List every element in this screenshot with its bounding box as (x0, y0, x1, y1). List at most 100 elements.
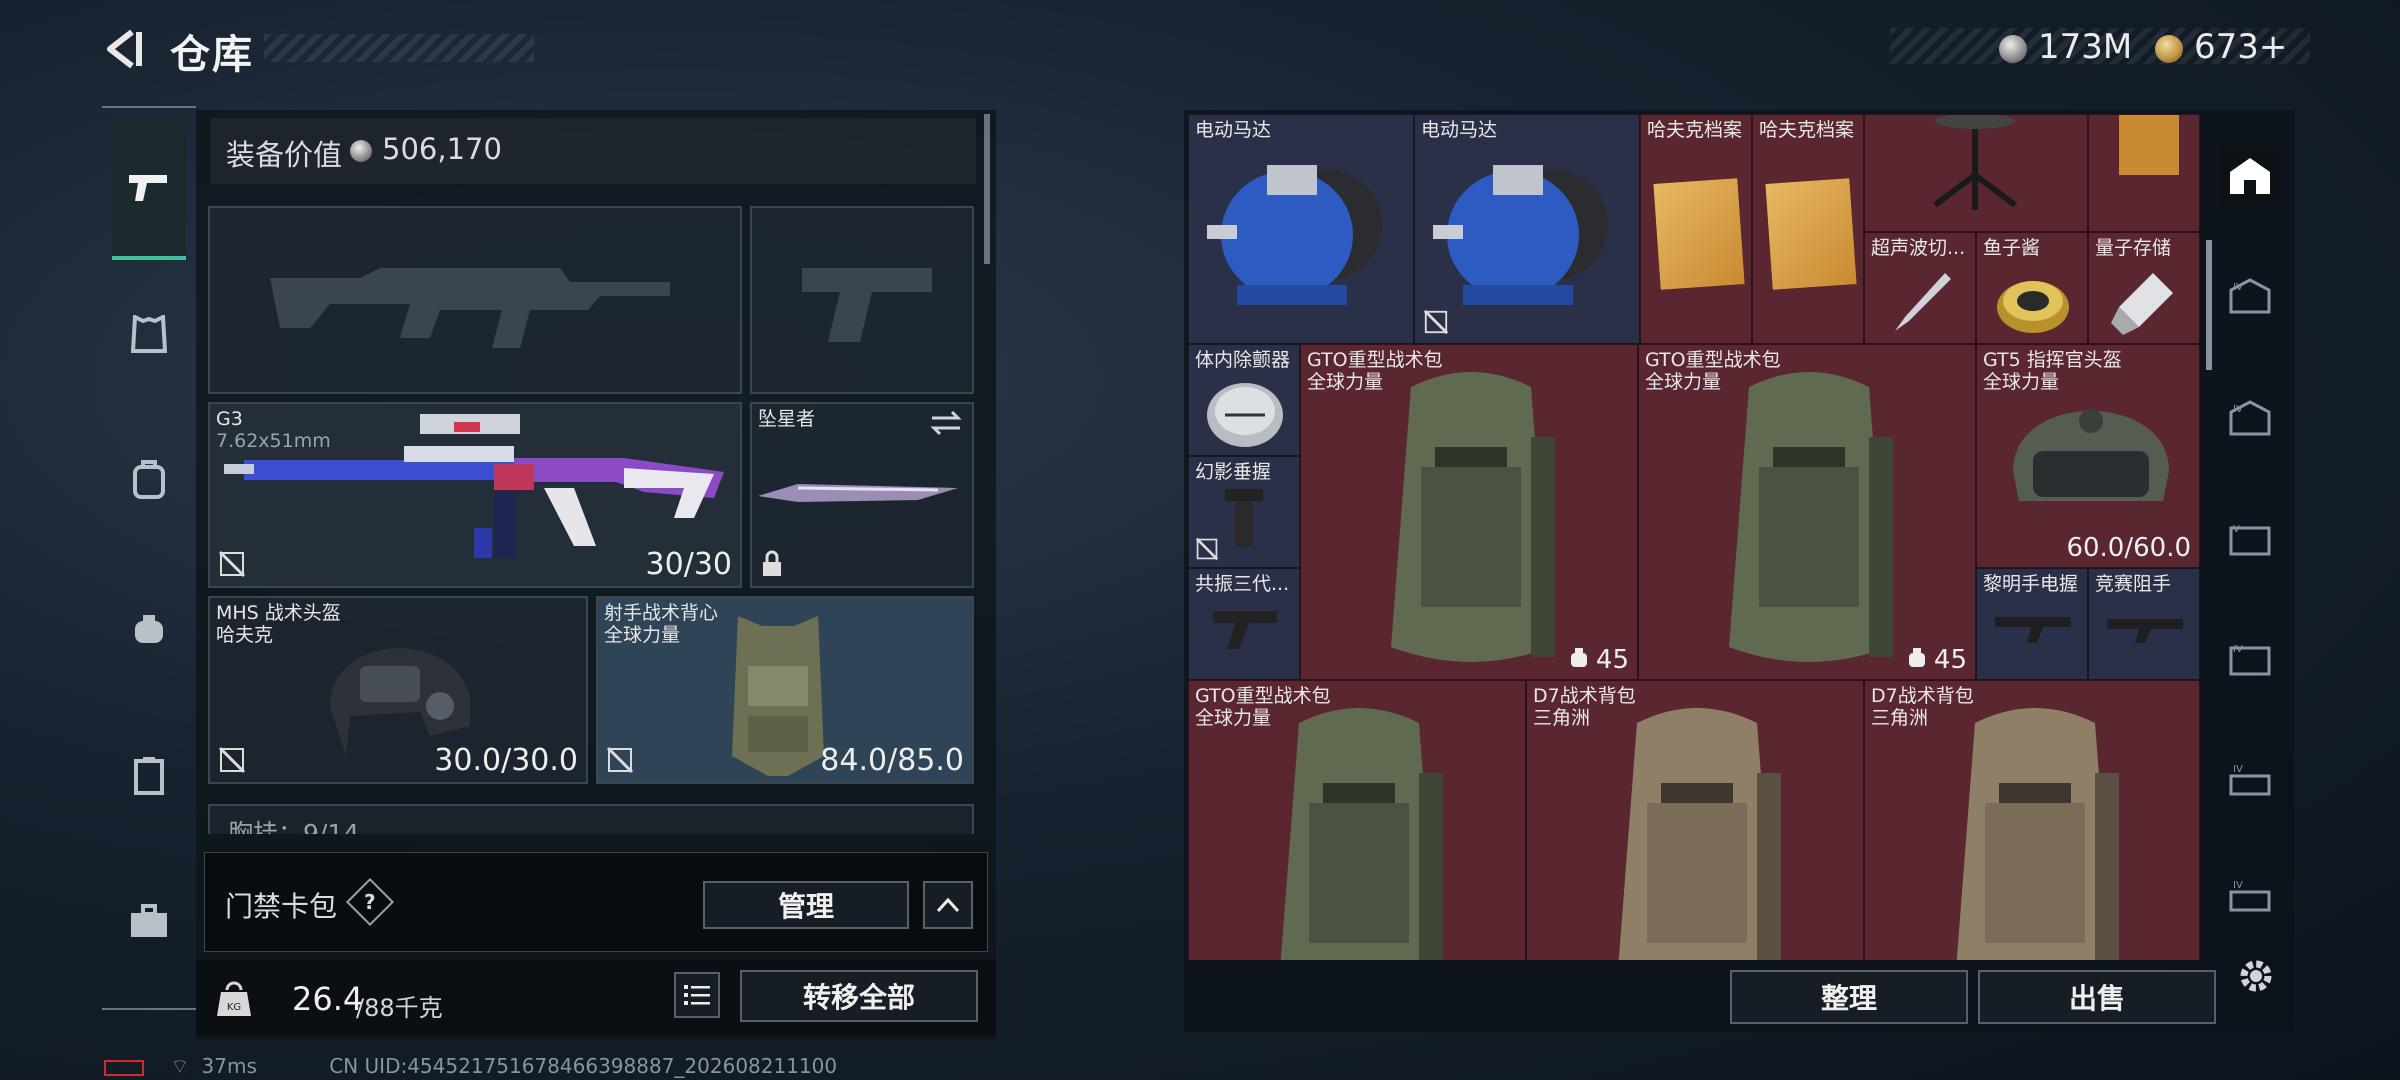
equipment-scrollbar[interactable] (984, 114, 990, 264)
stopper-image (2107, 619, 2183, 643)
item-label: 哈夫克档案 (1647, 119, 1743, 141)
item-gt5-helmet[interactable]: GT5 指挥官头盔 全球力量 60.0/60.0 (1976, 344, 2200, 568)
tripod-image (1933, 115, 2017, 210)
tab-armor[interactable] (112, 298, 186, 372)
case-icon (134, 757, 164, 795)
transfer-all-button[interactable]: 转移全部 (740, 970, 978, 1022)
tab-toolbox[interactable] (112, 884, 186, 958)
no-insurance-icon (218, 550, 246, 578)
item-gto-bag-3[interactable]: GTO重型战术包 全球力量 (1188, 680, 1526, 960)
chest-rig-row[interactable]: 胸挂：9/14 (208, 804, 974, 834)
sell-button[interactable]: 出售 (1978, 970, 2216, 1024)
tab-backpack[interactable] (112, 442, 186, 516)
silver-amount: 173M (2038, 27, 2133, 67)
tab-storage-main[interactable] (2220, 146, 2280, 206)
item-caviar[interactable]: 鱼子酱 (1976, 232, 2088, 344)
item-label: 竞赛阻手 (2095, 573, 2172, 595)
dossier-image (1765, 178, 1857, 290)
list-view-button[interactable] (674, 972, 720, 1018)
grip-image (1225, 489, 1263, 547)
swap-icon[interactable] (930, 410, 962, 436)
tab-storage-5[interactable]: V (2220, 508, 2280, 568)
back-arrow-icon (107, 29, 142, 69)
tab-pouch[interactable] (112, 592, 186, 666)
g3-rifle-image (224, 414, 724, 558)
primary-weapon-slot[interactable]: G3 7.62x51mm 30/30 (208, 402, 742, 588)
backpack-image (1280, 708, 1443, 960)
sort-button[interactable]: 整理 (1730, 970, 1968, 1024)
pouch-icon (135, 615, 163, 643)
page-title: 仓库 (170, 32, 254, 78)
silver-coin-icon (350, 140, 372, 162)
vest-image (732, 616, 824, 776)
help-icon[interactable]: ? (345, 877, 395, 927)
bottom-bar: KG 26.4 /88千克 转移全部 (196, 960, 996, 1036)
usb-drive-image (2111, 273, 2173, 335)
weight-current: 26.4 (292, 980, 364, 1018)
no-insurance-icon (606, 746, 634, 774)
back-button[interactable] (100, 26, 150, 72)
item-resonance-grip[interactable]: 共振三代... (1188, 568, 1300, 680)
tab-storage-4[interactable]: IV (2220, 266, 2280, 326)
gold-amount[interactable]: 673+ (2194, 27, 2287, 67)
tab-storage-7[interactable]: IV (2220, 748, 2280, 808)
tab-container[interactable] (112, 738, 186, 812)
pistol-icon (129, 175, 167, 201)
ultrasonic-cutter-image (1895, 273, 1951, 331)
list-icon (684, 985, 710, 1005)
knife-image (758, 484, 958, 502)
item-flashlight-grip[interactable]: 黎明手电握 (1976, 568, 2088, 680)
item-vertical-grip[interactable]: 幻影垂握 (1188, 456, 1300, 568)
equipment-value-label: 装备价值 (226, 138, 343, 172)
book-image (2119, 115, 2179, 175)
item-label: 鱼子酱 (1983, 237, 2041, 259)
vest-durability: 84.0/85.0 (820, 743, 964, 778)
storage-extension-icon: IV (2229, 400, 2271, 436)
tab-storage-8[interactable]: IV (2220, 864, 2280, 924)
item-d7-bag-2[interactable]: D7战术背包 三角洲 (1864, 680, 2200, 960)
collapse-button[interactable] (923, 881, 973, 929)
electric-motor-image (1207, 165, 1382, 305)
vest-slot[interactable]: 射手战术背心 全球力量 84.0/85.0 (596, 596, 974, 784)
svg-text:V: V (2233, 524, 2240, 535)
svg-text:KG: KG (227, 1002, 241, 1013)
item-motor-1[interactable]: 电动马达 (1188, 114, 1414, 344)
item-label: 电动马达 (1195, 119, 1272, 141)
defibrillator-image (1207, 383, 1283, 447)
item-tripod[interactable] (1864, 114, 2088, 232)
item-motor-2[interactable]: 电动马达 (1414, 114, 1640, 344)
tab-storage-6[interactable]: IV (2220, 628, 2280, 688)
storage-extension-icon: IV (2229, 644, 2271, 676)
settings-button[interactable] (2232, 952, 2280, 1000)
item-label: 共振三代... (1195, 573, 1290, 595)
battery-icon (104, 1059, 144, 1076)
pistol-slot[interactable] (750, 206, 974, 394)
item-quantum-storage[interactable]: 量子存储 (2088, 232, 2200, 344)
gear-icon (2240, 960, 2272, 992)
weight-max: /88千克 (356, 994, 443, 1022)
melee-slot[interactable]: 坠星者 (750, 402, 974, 588)
item-gto-bag-2[interactable]: GTO重型战术包 全球力量 45 (1638, 344, 1976, 680)
item-defib[interactable]: 体内除颤器 (1188, 344, 1300, 456)
helmet-slot[interactable]: MHS 战术头盔 哈夫克 30.0/30.0 (208, 596, 588, 784)
svg-text:IV: IV (2233, 644, 2243, 655)
item-gto-bag-1[interactable]: GTO重型战术包 全球力量 45 (1300, 344, 1638, 680)
item-dossier-2[interactable]: 哈夫克档案 (1752, 114, 1864, 344)
item-ultrasonic[interactable]: 超声波切... (1864, 232, 1976, 344)
title-decoration (264, 34, 534, 62)
item-dossier-1[interactable]: 哈夫克档案 (1640, 114, 1752, 344)
secondary-weapon-slot[interactable] (208, 206, 742, 394)
item-race-stopper[interactable]: 竞赛阻手 (2088, 568, 2200, 680)
capacity-count: 45 (1933, 645, 1967, 675)
capacity-count: 45 (1595, 645, 1629, 675)
manage-button[interactable]: 管理 (703, 881, 909, 929)
item-book[interactable] (2088, 114, 2200, 232)
caviar-tin-image (1997, 281, 2069, 333)
backpack-image (1956, 708, 2119, 960)
item-label: 电动马达 (1421, 119, 1498, 141)
tab-weapons[interactable] (112, 120, 186, 260)
tab-storage-4b[interactable]: IV (2220, 388, 2280, 448)
storage-extension-icon: IV (2229, 278, 2271, 314)
item-d7-bag-1[interactable]: D7战术背包 三角洲 (1526, 680, 1864, 960)
svg-text:IV: IV (2233, 880, 2243, 891)
